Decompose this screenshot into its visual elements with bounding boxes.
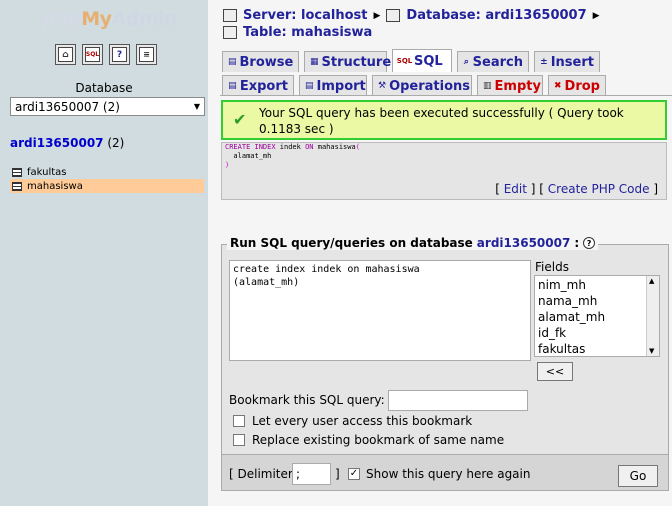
export-icon: ▤ — [228, 81, 237, 91]
chevron-right-icon: ▶ — [592, 10, 600, 21]
field-option[interactable]: fakultas — [538, 341, 656, 356]
delimiter-label: [ Delimiter — [229, 467, 293, 481]
insert-field-button[interactable]: << — [537, 362, 573, 381]
fields-label: Fields — [535, 260, 569, 274]
replace-bookmark-label[interactable]: Replace existing bookmark of same name — [252, 433, 504, 447]
breadcrumb: Server: localhost ▶ Database: ardi136500… — [223, 8, 600, 23]
create-php-code-link[interactable]: Create PHP Code — [548, 182, 650, 196]
tab-export[interactable]: ▤ Export — [222, 75, 294, 96]
field-option[interactable]: alamat_mh — [538, 309, 656, 325]
database-select-value: ardi13650007 (2) — [15, 99, 120, 114]
current-database-link[interactable]: ardi13650007 (2) — [10, 136, 124, 150]
every-user-checkbox[interactable] — [233, 415, 245, 427]
tab-sql[interactable]: SQL SQL — [392, 49, 452, 72]
show-again-label[interactable]: Show this query here again — [366, 467, 530, 481]
go-button[interactable]: Go — [618, 465, 658, 487]
chevron-right-icon: ▶ — [373, 10, 381, 21]
every-user-label[interactable]: Let every user access this bookmark — [252, 414, 472, 428]
tab-structure[interactable]: ▦ Structure — [304, 51, 391, 72]
navigation-frame: phpMyAdmin ⌂ SQL ? ≡ Database ardi136500… — [0, 0, 208, 506]
database-select[interactable]: ardi13650007 (2) ▼ — [10, 97, 205, 116]
chevron-down-icon: ▼ — [193, 102, 200, 111]
breadcrumb-table[interactable]: Table: mahasiswa — [243, 25, 372, 40]
sql-icon: SQL — [396, 57, 413, 65]
sql-icon[interactable]: SQL — [82, 44, 103, 65]
database-icon — [386, 9, 401, 22]
fields-scrollbar[interactable]: ▲ ▼ — [646, 276, 659, 356]
sql-links: [ Edit ] [ Create PHP Code ] — [495, 182, 658, 196]
bookmark-label: Bookmark this SQL query: — [229, 393, 385, 407]
operations-icon: ⚒ — [378, 81, 387, 91]
checkmark-icon: ✔ — [233, 110, 247, 129]
import-icon: ▤ — [305, 81, 314, 91]
scroll-down-icon[interactable]: ▼ — [649, 347, 654, 355]
delimiter-bracket: ] — [335, 467, 340, 481]
database-label: Database — [75, 81, 133, 95]
edit-link[interactable]: Edit — [504, 182, 527, 196]
sql-query-legend: Run SQL query/queries on database ardi13… — [227, 236, 599, 250]
sql-query-textarea[interactable]: create index indek on mahasiswa (alamat_… — [229, 260, 531, 361]
structure-icon: ▦ — [310, 57, 319, 67]
fields-listbox[interactable]: nim_mh nama_mh alamat_mh id_fk fakultas … — [534, 275, 660, 357]
scroll-up-icon[interactable]: ▲ — [649, 277, 654, 285]
sidebar-item-fakultas[interactable]: fakultas — [10, 165, 204, 179]
tab-browse[interactable]: ▤ Browse — [222, 51, 299, 72]
bookmark-input[interactable] — [388, 390, 528, 411]
table-icon[interactable] — [12, 181, 22, 191]
sidebar-item-mahasiswa[interactable]: mahasiswa — [10, 179, 204, 193]
breadcrumb-server[interactable]: Server: localhost — [243, 8, 367, 23]
legend-database-link[interactable]: ardi13650007 — [477, 236, 571, 250]
every-user-checkbox-row: Let every user access this bookmark — [233, 414, 472, 428]
insert-icon: ± — [540, 57, 548, 67]
field-option[interactable]: id_fk — [538, 325, 656, 341]
help-icon[interactable]: ? — [109, 44, 130, 65]
replace-bookmark-checkbox[interactable] — [233, 434, 245, 446]
table-icon — [223, 26, 237, 39]
success-message: ✔ Your SQL query has been executed succe… — [221, 100, 667, 140]
docs-icon[interactable]: ≡ — [136, 44, 157, 65]
show-again-row: ✓ Show this query here again — [348, 467, 530, 481]
nav-icons: ⌂ SQL ? ≡ — [55, 44, 157, 65]
empty-icon: ▥ — [483, 81, 492, 91]
phpmyadmin-logo[interactable]: phpMyAdmin — [42, 8, 178, 30]
sidebar-item-label: mahasiswa — [27, 180, 83, 192]
browse-icon: ▤ — [228, 57, 237, 67]
breadcrumb-table-row: Table: mahasiswa — [223, 25, 372, 40]
tab-empty[interactable]: ▥ Empty — [477, 75, 543, 96]
tab-search[interactable]: ⌕ Search — [457, 51, 529, 72]
table-icon[interactable] — [12, 167, 22, 177]
replace-bookmark-checkbox-row: Replace existing bookmark of same name — [233, 433, 504, 447]
delimiter-input[interactable]: ; — [292, 463, 331, 485]
sidebar-item-label: fakultas — [27, 166, 67, 178]
tab-insert[interactable]: ± Insert — [534, 51, 600, 72]
drop-icon: ✖ — [554, 81, 562, 91]
server-icon — [223, 9, 237, 22]
search-icon: ⌕ — [463, 57, 469, 67]
executed-sql-code: CREATE INDEX indek ON mahasiswa( alamat_… — [225, 143, 360, 169]
help-icon[interactable]: ? — [583, 237, 596, 249]
success-message-text: Your SQL query has been executed success… — [259, 106, 624, 136]
main-frame: Server: localhost ▶ Database: ardi136500… — [216, 0, 672, 506]
field-option[interactable]: nim_mh — [538, 277, 656, 293]
show-again-checkbox[interactable]: ✓ — [348, 468, 360, 480]
home-icon[interactable]: ⌂ — [55, 44, 76, 65]
field-option[interactable]: nama_mh — [538, 293, 656, 309]
executed-sql-box: CREATE INDEX indek ON mahasiswa( alamat_… — [221, 142, 667, 200]
tab-drop[interactable]: ✖ Drop — [548, 75, 606, 96]
breadcrumb-database[interactable]: Database: ardi13650007 — [406, 8, 586, 23]
tab-import[interactable]: ▤ Import — [299, 75, 367, 96]
tab-divider — [220, 95, 672, 96]
tab-operations[interactable]: ⚒ Operations — [372, 75, 472, 96]
